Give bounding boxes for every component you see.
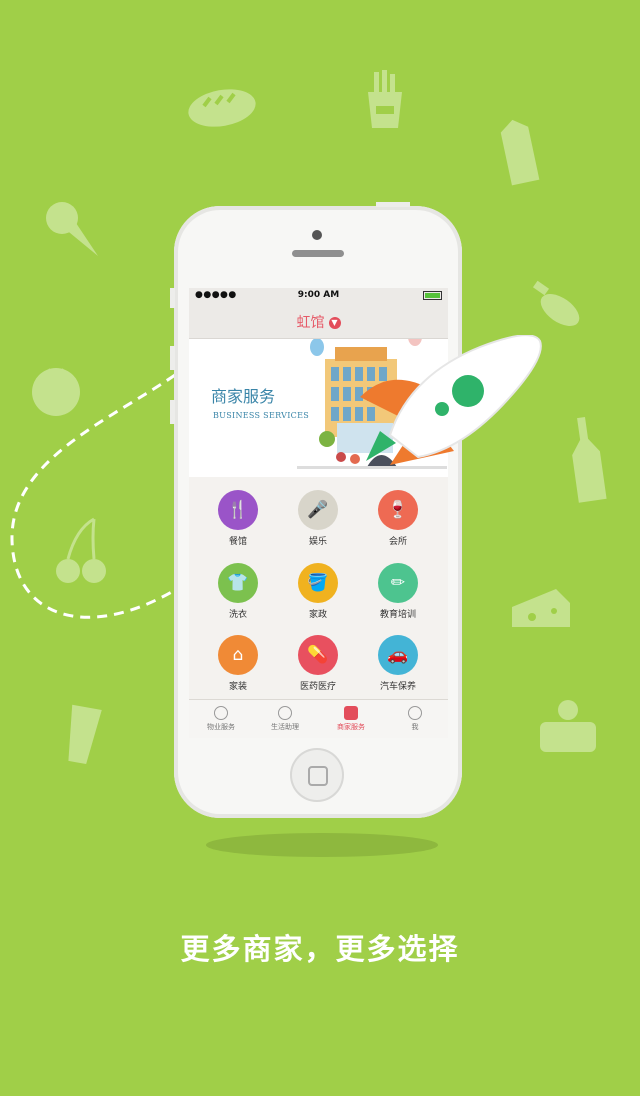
shopping-bag-icon — [344, 706, 358, 720]
bucket-icon: 🪣 — [298, 563, 338, 603]
category-label: 教育培训 — [379, 610, 416, 620]
phone-camera — [312, 230, 322, 240]
tab-business-service[interactable]: 商家服务 — [319, 700, 383, 732]
pill-icon: 💊 — [298, 635, 338, 675]
tab-label: 商家服务 — [337, 723, 365, 731]
tab-label: 物业服务 — [207, 723, 235, 731]
category-label: 娱乐 — [308, 537, 327, 547]
category-label: 医药医疗 — [299, 682, 336, 692]
category-housekeeping[interactable]: 🪣 家政 — [275, 563, 361, 620]
category-medical[interactable]: 💊 医药医疗 — [275, 635, 361, 692]
phone-power-button — [376, 202, 410, 207]
nav-title: 虹馆 — [296, 315, 325, 331]
status-bar: ●●●●● 9:00 AM — [189, 288, 448, 302]
restaurant-icon: 🍴 — [218, 490, 258, 530]
phone-mute-switch — [170, 288, 175, 308]
nav-bar: 虹馆 ▼ — [189, 302, 448, 339]
microphone-icon: 🎤 — [298, 490, 338, 530]
home-shield-icon — [214, 706, 228, 720]
assistant-face-icon — [278, 706, 292, 720]
category-label: 洗衣 — [228, 610, 247, 620]
car-icon: 🚗 — [378, 635, 418, 675]
pencil-icon: ✏ — [378, 563, 418, 603]
wine-icon: 🍷 — [378, 490, 418, 530]
category-laundry[interactable]: 👕 洗衣 — [195, 563, 281, 620]
location-selector[interactable]: 虹馆 ▼ — [189, 312, 448, 332]
category-label: 餐馆 — [228, 537, 247, 547]
tab-me[interactable]: 我 — [383, 700, 447, 732]
category-grid: 🍴 餐馆 🎤 娱乐 🍷 会所 👕 洗衣 🪣 家政 ✏ 教育培训 ⌂ 家装 💊 医… — [189, 477, 448, 700]
tab-label: 生活助理 — [271, 723, 299, 731]
category-label: 汽车保养 — [379, 682, 416, 692]
category-entertainment[interactable]: 🎤 娱乐 — [275, 490, 361, 547]
rocket-icon — [360, 335, 542, 465]
shirt-icon: 👕 — [218, 563, 258, 603]
tab-label: 我 — [411, 723, 419, 731]
phone-shadow — [206, 833, 438, 857]
tab-property-service[interactable]: 物业服务 — [189, 700, 253, 732]
category-club[interactable]: 🍷 会所 — [355, 490, 441, 547]
tab-bar: 物业服务 生活助理 商家服务 我 — [189, 699, 448, 738]
banner-title: 商家服务 — [211, 387, 276, 406]
phone-home-button[interactable] — [290, 748, 344, 802]
battery-icon — [423, 291, 442, 300]
category-label: 家政 — [308, 610, 327, 620]
tab-life-assistant[interactable]: 生活助理 — [253, 700, 317, 732]
phone-speaker — [292, 250, 344, 257]
category-car-service[interactable]: 🚗 汽车保养 — [355, 635, 441, 692]
category-label: 家装 — [228, 682, 247, 692]
banner-subtitle: BUSINESS SERVICES — [213, 411, 310, 420]
category-education[interactable]: ✏ 教育培训 — [355, 563, 441, 620]
category-label: 会所 — [388, 537, 407, 547]
category-home-decoration[interactable]: ⌂ 家装 — [195, 635, 281, 692]
status-time: 9:00 AM — [297, 290, 340, 300]
chevron-down-icon: ▼ — [328, 317, 341, 329]
phone-volume-down — [170, 400, 175, 424]
phone-volume-up — [170, 346, 175, 370]
promo-caption: 更多商家，更多选择 — [180, 932, 460, 966]
category-restaurant[interactable]: 🍴 餐馆 — [195, 490, 281, 547]
profile-face-icon — [408, 706, 422, 720]
house-icon: ⌂ — [218, 635, 258, 675]
